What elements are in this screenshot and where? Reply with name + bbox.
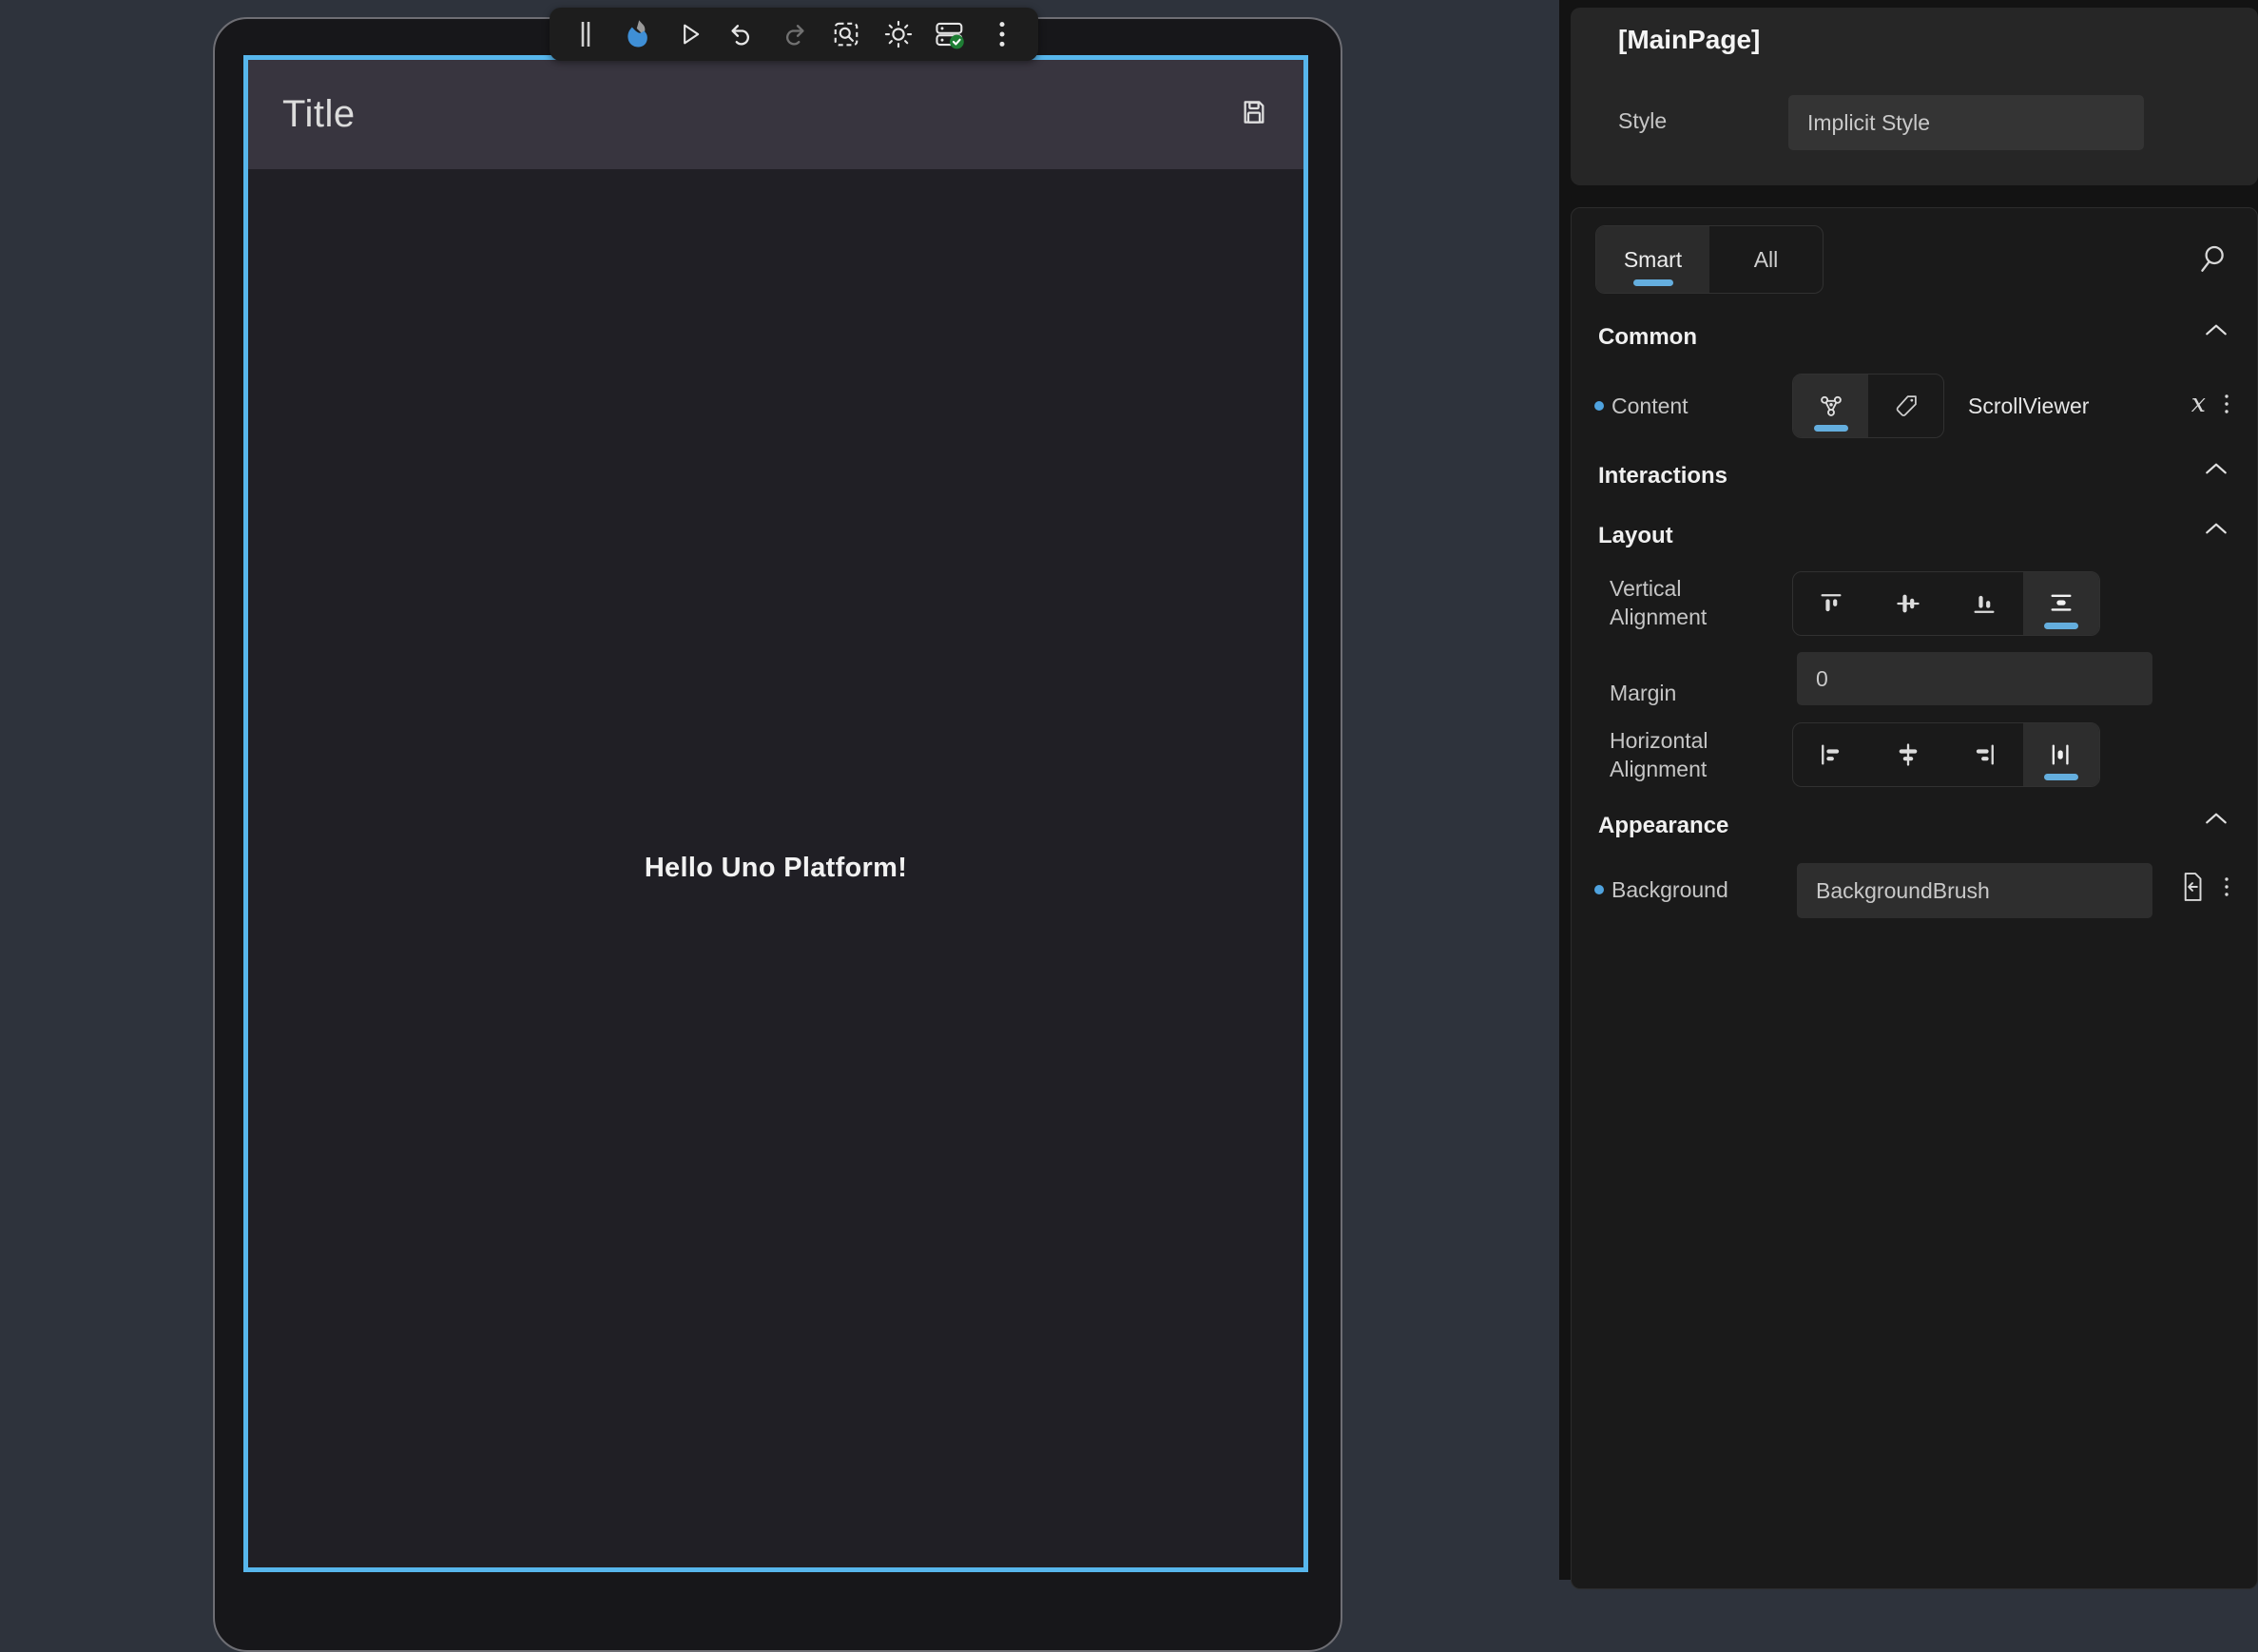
chevron-up-icon[interactable] <box>2204 461 2229 481</box>
app-title-bar[interactable]: Title <box>248 60 1303 169</box>
content-element-editor-button[interactable] <box>1793 375 1868 437</box>
content-row-actions: x <box>2191 389 2230 418</box>
hot-design-flame-icon[interactable] <box>621 17 655 51</box>
selected-element-name: [MainPage] <box>1618 25 1760 55</box>
valign-center-button[interactable] <box>1870 572 1947 635</box>
section-common-title: Common <box>1598 324 1697 351</box>
content-more-icon[interactable] <box>2223 393 2230 415</box>
background-input[interactable]: BackgroundBrush <box>1797 863 2152 918</box>
redo-icon[interactable] <box>777 17 811 51</box>
more-options-icon[interactable] <box>985 17 1019 51</box>
style-label: Style <box>1618 108 1667 134</box>
halign-left-button[interactable] <box>1793 723 1870 786</box>
server-status-ok-icon[interactable] <box>933 17 967 51</box>
theme-toggle-icon[interactable] <box>881 17 916 51</box>
background-row-actions <box>2179 871 2230 903</box>
horizontal-alignment-label: Horizontal Alignment <box>1610 726 1771 783</box>
save-icon[interactable] <box>1239 97 1269 132</box>
undo-icon[interactable] <box>724 17 759 51</box>
play-icon[interactable] <box>673 17 707 51</box>
section-appearance-title: Appearance <box>1598 813 1728 839</box>
app-title-text: Title <box>282 93 1239 136</box>
chevron-up-icon[interactable] <box>2204 322 2229 342</box>
chevron-up-icon[interactable] <box>2204 521 2229 541</box>
valign-selected-indicator <box>2044 623 2078 629</box>
content-modified-dot <box>1594 401 1604 411</box>
halign-right-button[interactable] <box>1946 723 2023 786</box>
vertical-alignment-switch <box>1792 571 2100 636</box>
content-value[interactable]: ScrollViewer <box>1968 394 2089 419</box>
design-canvas: Title Hello Uno Platform! <box>0 0 1559 1580</box>
element-picker-icon[interactable] <box>829 17 863 51</box>
margin-input[interactable]: 0 <box>1797 652 2152 705</box>
content-tag-editor-button[interactable] <box>1868 375 1943 437</box>
background-modified-dot <box>1594 885 1604 894</box>
content-editor-selected-indicator <box>1814 425 1848 432</box>
valign-stretch-button[interactable] <box>2023 572 2100 635</box>
valign-top-button[interactable] <box>1793 572 1870 635</box>
properties-panel: [MainPage] Style Implicit Style Smart Al… <box>1559 0 2258 1580</box>
hot-design-toolbar <box>550 8 1038 61</box>
content-label: Content <box>1611 392 1689 420</box>
chevron-up-icon[interactable] <box>2204 811 2229 831</box>
tab-smart-label: Smart <box>1624 247 1682 273</box>
tab-selected-indicator <box>1633 279 1673 286</box>
tab-all-label: All <box>1754 247 1779 273</box>
horizontal-alignment-switch <box>1792 722 2100 787</box>
property-tab-switcher: Smart All <box>1595 225 1824 294</box>
background-label: Background <box>1611 875 1728 904</box>
valign-bottom-button[interactable] <box>1946 572 2023 635</box>
halign-stretch-button[interactable] <box>2023 723 2100 786</box>
device-frame: Title Hello Uno Platform! <box>213 17 1342 1652</box>
element-header-card: [MainPage] Style Implicit Style <box>1571 8 2258 185</box>
background-more-icon[interactable] <box>2223 875 2230 898</box>
margin-label: Margin <box>1610 679 1676 707</box>
style-input[interactable]: Implicit Style <box>1788 95 2144 150</box>
search-icon[interactable] <box>2196 242 2229 279</box>
selected-page-surface[interactable]: Title Hello Uno Platform! <box>243 55 1308 1572</box>
tab-all[interactable]: All <box>1709 226 1823 293</box>
content-editor-switch <box>1792 374 1944 438</box>
section-layout-title: Layout <box>1598 523 1673 549</box>
binding-x-icon[interactable]: x <box>2191 389 2206 418</box>
halign-selected-indicator <box>2044 774 2078 780</box>
tab-smart[interactable]: Smart <box>1596 226 1709 293</box>
page-content[interactable]: Hello Uno Platform! <box>248 169 1303 1567</box>
halign-center-button[interactable] <box>1870 723 1947 786</box>
hello-text[interactable]: Hello Uno Platform! <box>645 853 907 884</box>
properties-card: Smart All Common Content <box>1571 207 2258 1589</box>
resource-icon[interactable] <box>2179 871 2206 903</box>
vertical-alignment-label: Vertical Alignment <box>1610 574 1771 631</box>
section-interactions-title: Interactions <box>1598 463 1727 490</box>
drag-handle-icon[interactable] <box>569 17 603 51</box>
